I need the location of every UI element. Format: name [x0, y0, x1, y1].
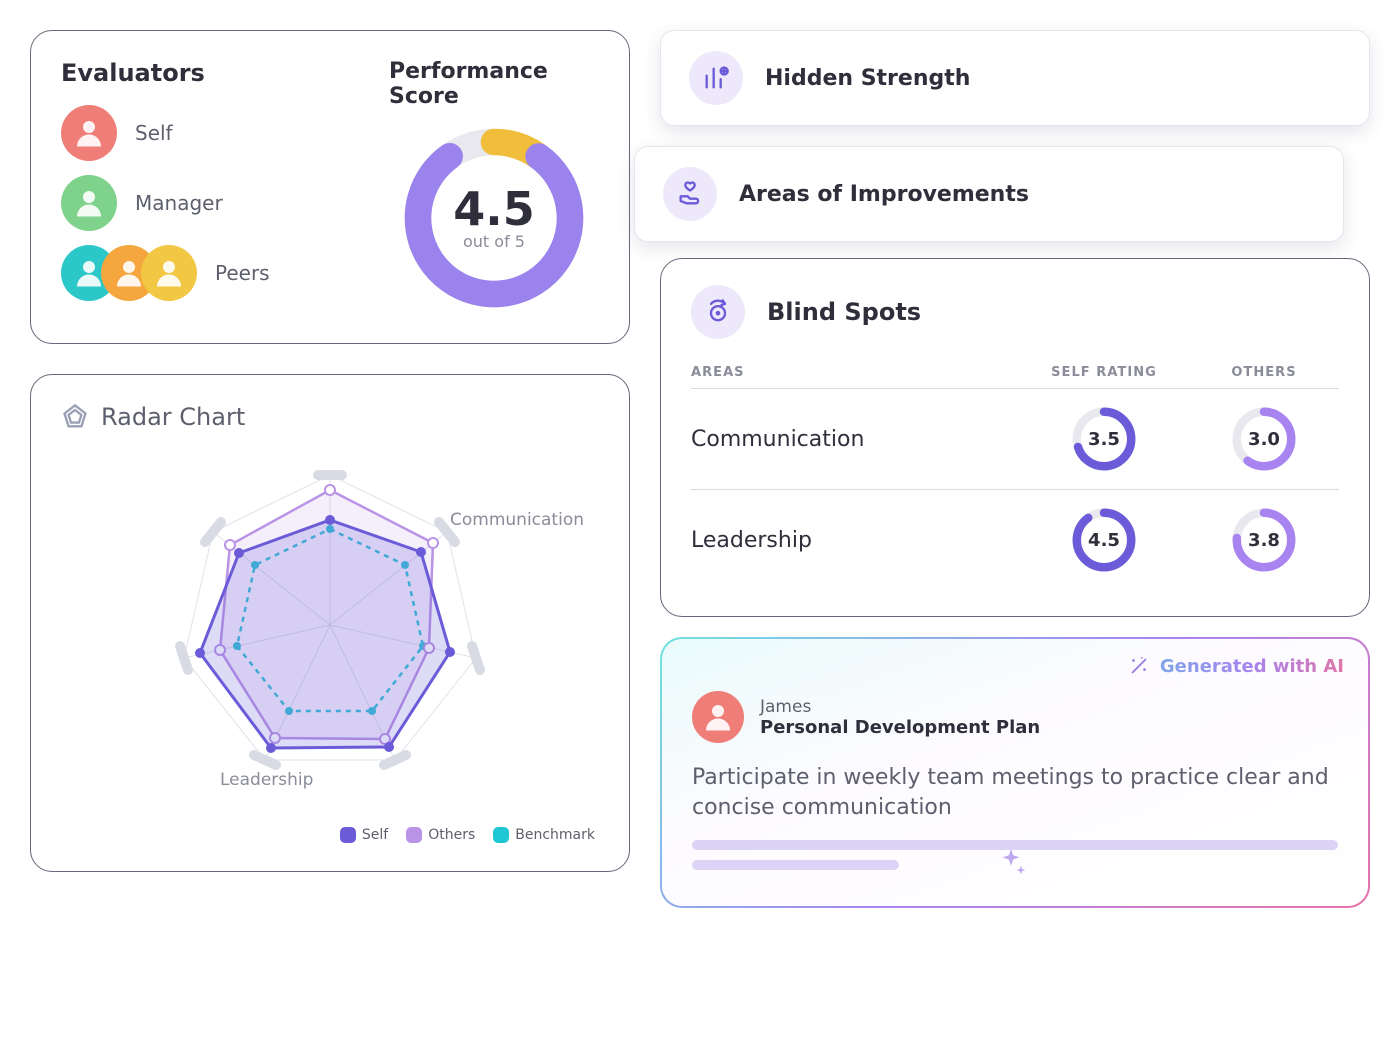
- evaluator-label: Manager: [135, 191, 223, 215]
- radar-title: Radar Chart: [101, 403, 245, 431]
- avatar-james: [692, 691, 744, 743]
- table-row: Leadership 4.5 3.8: [691, 490, 1339, 590]
- score-value: 4.5: [453, 186, 535, 232]
- bar-chart-plus-icon: [689, 51, 743, 105]
- radar-chart-card: Radar Chart: [30, 374, 630, 872]
- hidden-strength-title: Hidden Strength: [765, 66, 970, 91]
- blind-table-header: AREAS SELF RATING OTHERS: [691, 357, 1339, 389]
- evaluator-row-self: Self: [61, 105, 369, 161]
- legend-benchmark: Benchmark: [515, 827, 595, 843]
- col-areas: AREAS: [691, 365, 1019, 380]
- plan-subtitle: Personal Development Plan: [760, 717, 1040, 738]
- table-row: Communication 3.5 3.0: [691, 389, 1339, 490]
- performance-donut-chart: 4.5 out of 5: [399, 123, 589, 313]
- radar-axis-communication: Communication: [450, 510, 584, 530]
- avatar-self: [61, 105, 117, 161]
- blind-spots-title: Blind Spots: [767, 298, 921, 326]
- avatar-manager: [61, 175, 117, 231]
- evaluator-row-manager: Manager: [61, 175, 369, 231]
- areas-improvement-card[interactable]: Areas of Improvements: [634, 146, 1344, 242]
- area-name: Leadership: [691, 528, 1019, 553]
- hand-heart-icon: [663, 167, 717, 221]
- ai-plan-card: Generated with AI James Personal Develop…: [660, 637, 1370, 908]
- areas-improvement-title: Areas of Improvements: [739, 182, 1029, 207]
- radar-chart: Communication Leadership: [61, 435, 599, 815]
- sparkle-icon: [994, 846, 1028, 884]
- score-max: out of 5: [463, 232, 525, 251]
- mini-donut-others: 3.8: [1230, 506, 1298, 574]
- hidden-strength-card[interactable]: Hidden Strength: [660, 30, 1370, 126]
- evaluator-label: Peers: [215, 261, 270, 285]
- mini-donut-self: 3.5: [1070, 405, 1138, 473]
- mini-donut-self: 4.5: [1070, 506, 1138, 574]
- legend-others: Others: [428, 827, 475, 843]
- radar-axis-leadership: Leadership: [220, 770, 313, 790]
- evaluators-score-card: Evaluators Self Manager: [30, 30, 630, 344]
- mini-donut-others: 3.0: [1230, 405, 1298, 473]
- evaluator-label: Self: [135, 121, 173, 145]
- person-name: James: [760, 697, 1040, 717]
- generated-with-ai-badge: Generated with AI: [1128, 655, 1344, 677]
- pentagon-icon: [61, 403, 89, 431]
- evaluators-title: Evaluators: [61, 59, 369, 87]
- area-name: Communication: [691, 427, 1019, 452]
- avatar-peers-stack: [61, 245, 197, 301]
- avatar-peer-icon: [141, 245, 197, 301]
- evaluator-row-peers: Peers: [61, 245, 369, 301]
- score-title: Performance Score: [389, 59, 599, 109]
- target-refresh-icon: [691, 285, 745, 339]
- blind-spots-card: Blind Spots AREAS SELF RATING OTHERS Com…: [660, 258, 1370, 617]
- wand-icon: [1128, 655, 1150, 677]
- legend-self: Self: [362, 827, 388, 843]
- radar-legend: Self Others Benchmark: [61, 819, 599, 843]
- plan-text: Participate in weekly team meetings to p…: [692, 763, 1338, 822]
- placeholder-bar: [692, 860, 899, 870]
- col-self: SELF RATING: [1019, 365, 1189, 380]
- col-others: OTHERS: [1189, 365, 1339, 380]
